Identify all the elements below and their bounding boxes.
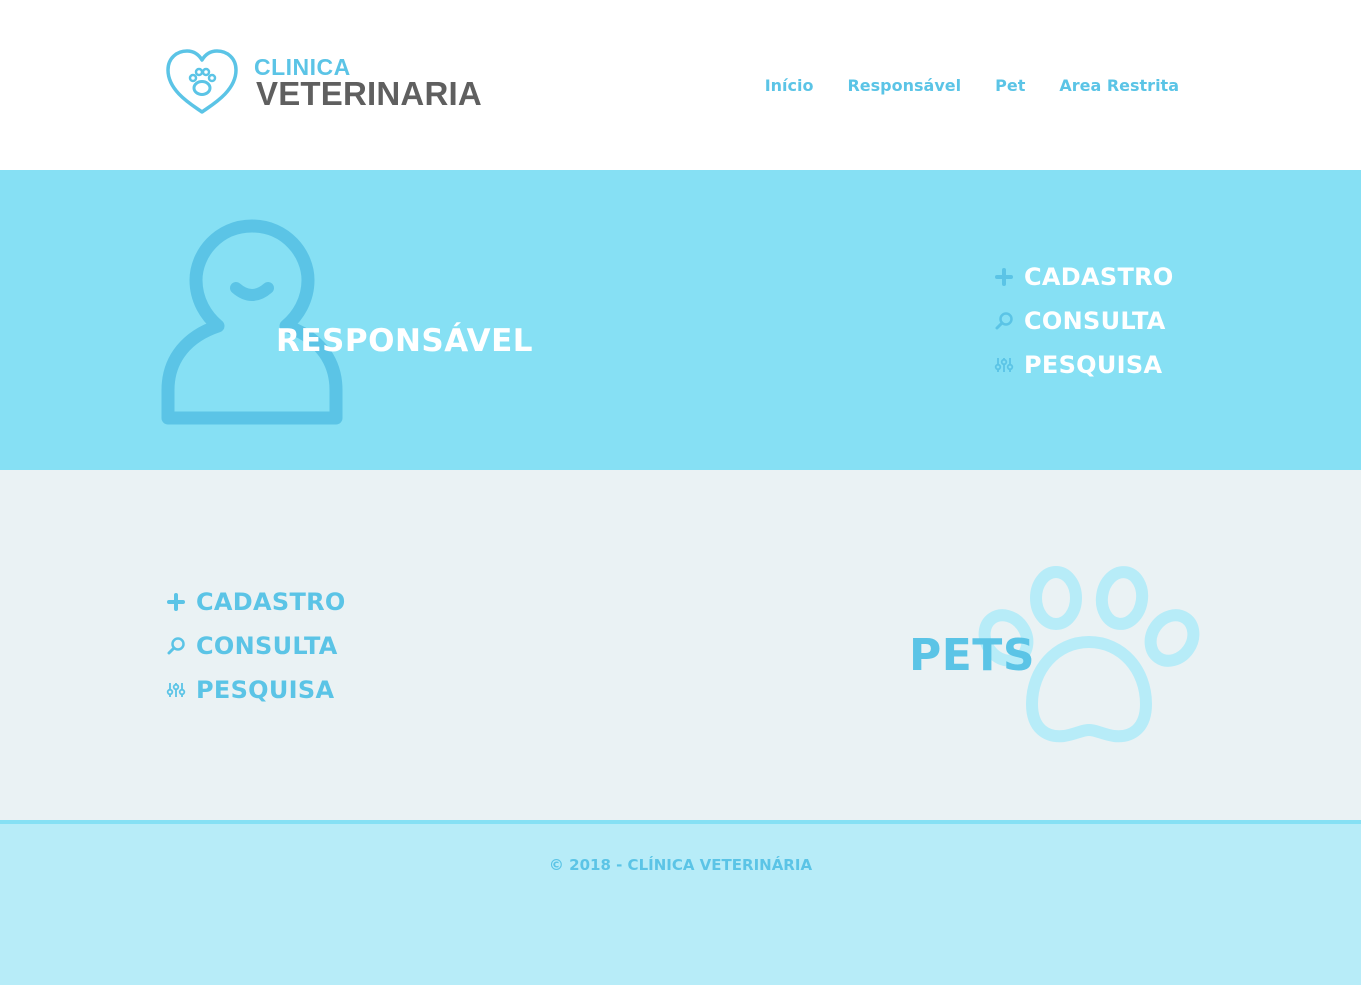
plus-icon <box>995 267 1013 286</box>
responsavel-cadastro-label: CADASTRO <box>1024 262 1174 291</box>
search-icon <box>167 636 185 654</box>
sliders-icon <box>166 682 186 697</box>
responsavel-title: RESPONSÁVEL <box>276 323 534 359</box>
site-header: CLINICA VETERINARIA Início Responsável P… <box>0 0 1361 170</box>
sliders-icon <box>994 357 1014 372</box>
plus-icon <box>167 592 185 611</box>
responsavel-cadastro-link[interactable]: CADASTRO <box>994 261 1174 292</box>
pets-section: CADASTRO CONSULTA PESQUISA PETS <box>0 470 1361 820</box>
responsavel-pesquisa-link[interactable]: PESQUISA <box>994 349 1174 380</box>
pets-consulta-link[interactable]: CONSULTA <box>166 630 346 661</box>
pets-pesquisa-label: PESQUISA <box>196 675 335 704</box>
responsavel-consulta-label: CONSULTA <box>1024 306 1166 335</box>
pets-title: PETS <box>909 630 1036 681</box>
nav-link-pet[interactable]: Pet <box>995 76 1025 95</box>
responsavel-pesquisa-label: PESQUISA <box>1024 350 1163 379</box>
pets-pesquisa-link[interactable]: PESQUISA <box>166 674 346 705</box>
search-icon <box>995 311 1013 329</box>
logo-text-veterinaria: VETERINARIA <box>256 75 482 112</box>
footer-copyright: © 2018 - CLÍNICA VETERINÁRIA <box>548 856 813 874</box>
nav-link-area-restrita[interactable]: Area Restrita <box>1059 76 1179 95</box>
pets-cadastro-link[interactable]: CADASTRO <box>166 586 346 617</box>
heart-paw-logo-icon <box>166 49 238 114</box>
logo[interactable]: CLINICA VETERINARIA <box>164 48 484 118</box>
responsavel-consulta-link[interactable]: CONSULTA <box>994 305 1174 336</box>
responsavel-menu: CADASTRO CONSULTA PESQUISA <box>994 261 1174 380</box>
responsavel-section: RESPONSÁVEL CADASTRO CONSULTA PESQUISA <box>0 170 1361 470</box>
pets-cadastro-label: CADASTRO <box>196 587 346 616</box>
main-nav: Início Responsável Pet Area Restrita <box>765 76 1179 95</box>
pets-menu: CADASTRO CONSULTA PESQUISA <box>166 586 346 705</box>
nav-link-inicio[interactable]: Início <box>765 76 814 95</box>
nav-link-responsavel[interactable]: Responsável <box>847 76 961 95</box>
pets-consulta-label: CONSULTA <box>196 631 338 660</box>
site-footer: © 2018 - CLÍNICA VETERINÁRIA <box>0 820 1361 985</box>
